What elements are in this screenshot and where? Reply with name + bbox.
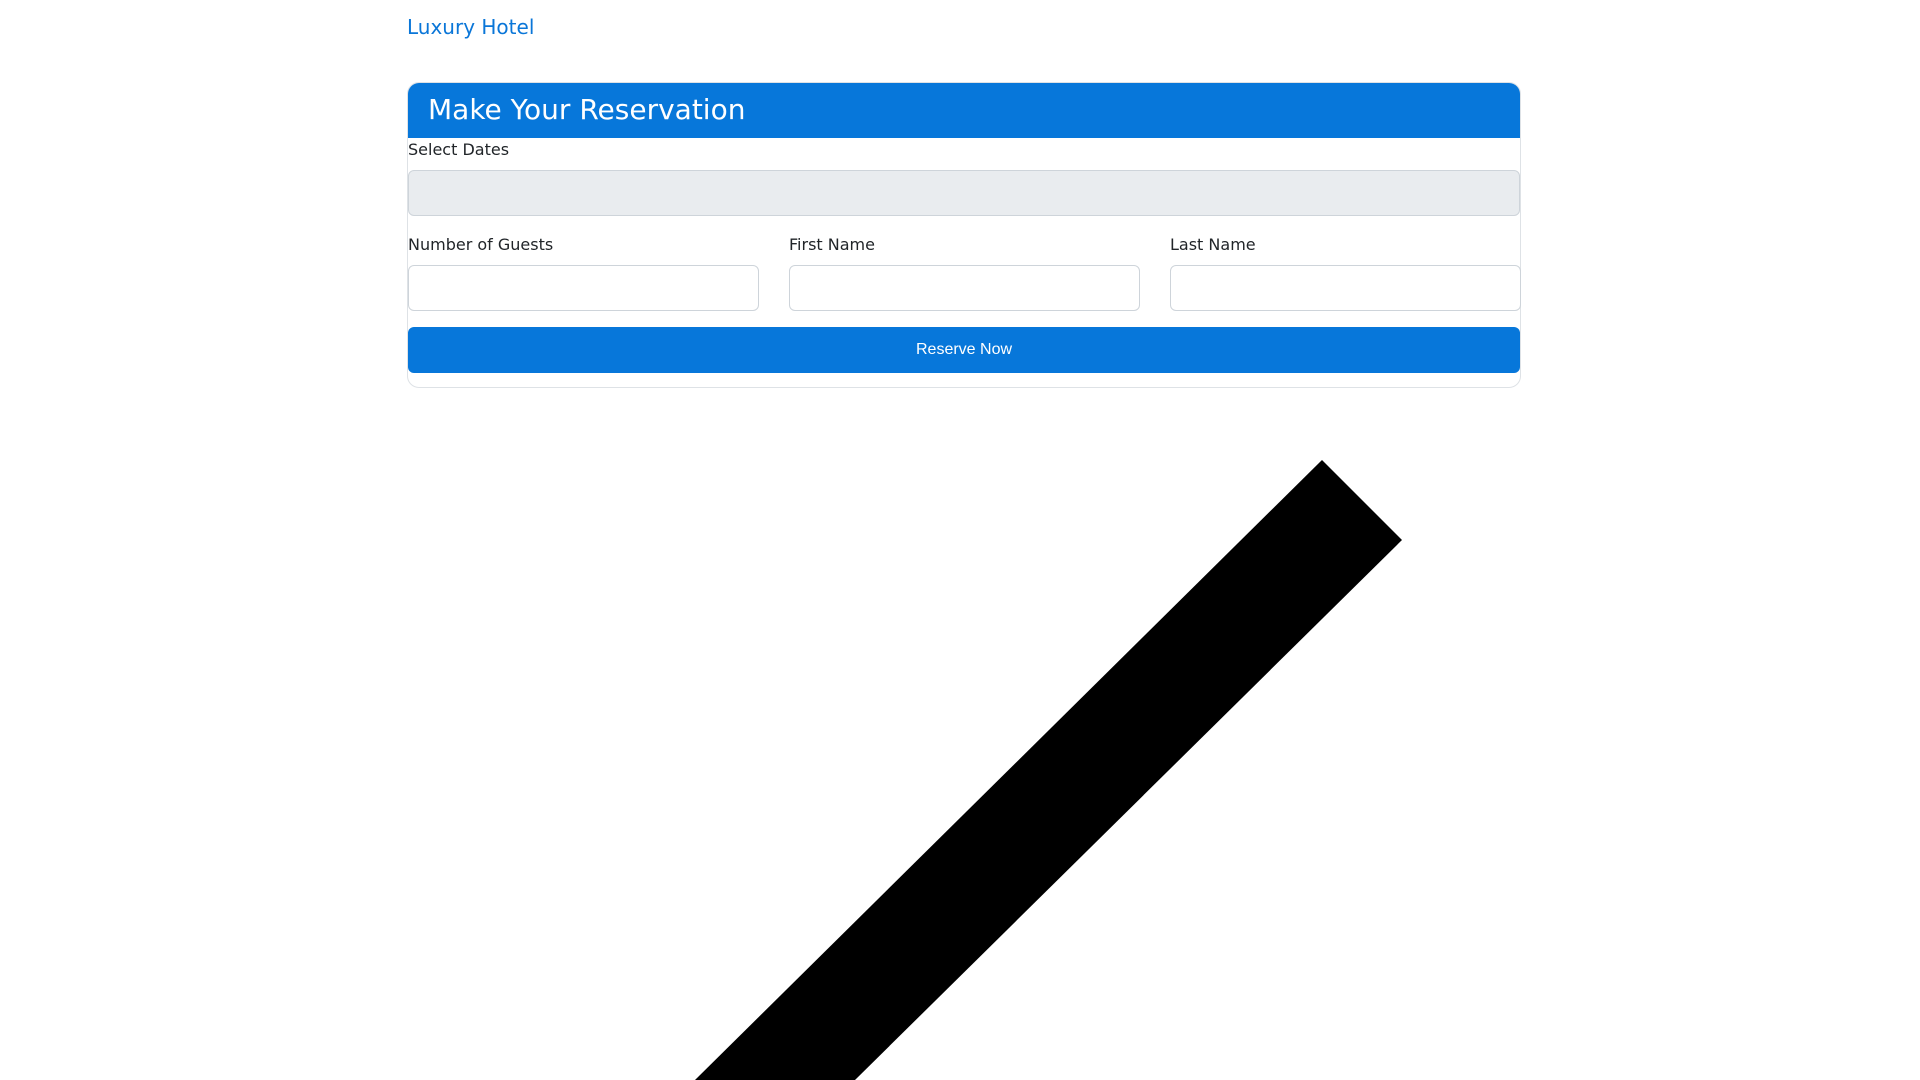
dates-input[interactable] <box>408 170 1520 216</box>
guests-input[interactable] <box>408 265 759 311</box>
last-name-input[interactable] <box>1170 265 1521 311</box>
guests-label: Number of Guests <box>408 235 554 254</box>
diagonal-bar <box>695 460 1402 1080</box>
card-header: Make Your Reservation <box>408 83 1520 138</box>
brand-link[interactable]: Luxury Hotel <box>407 14 534 40</box>
first-name-label: First Name <box>789 235 875 254</box>
last-name-label: Last Name <box>1170 235 1256 254</box>
dates-label: Select Dates <box>408 140 510 159</box>
page: Luxury Hotel Make Your Reservation Selec… <box>0 0 1920 1080</box>
card-title: Make Your Reservation <box>428 93 746 126</box>
reserve-now-button[interactable]: Reserve Now <box>408 327 1520 373</box>
reservation-card: Make Your Reservation Select Dates Numbe… <box>407 82 1521 388</box>
first-name-input[interactable] <box>789 265 1140 311</box>
